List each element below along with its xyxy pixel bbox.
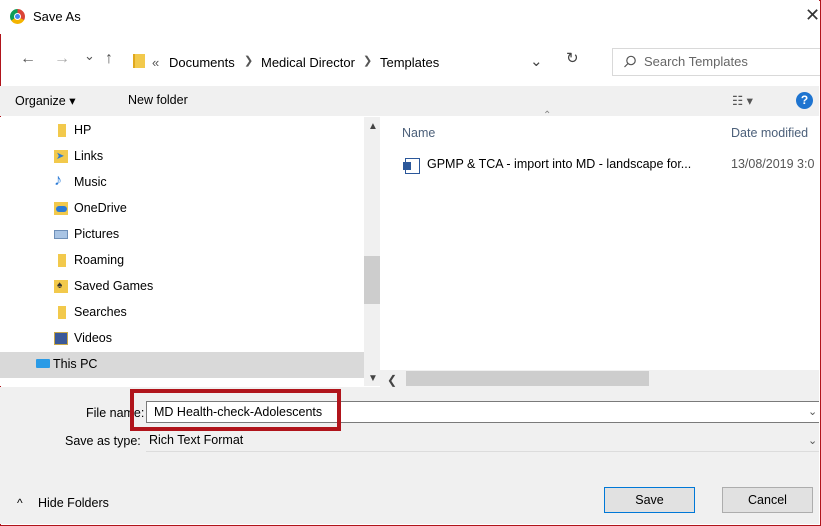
window-title: Save As [33, 9, 81, 24]
search-icon [624, 55, 636, 68]
highlight-box [130, 389, 341, 431]
navpane-vertical-scrollbar[interactable] [364, 117, 380, 386]
new-folder-button[interactable]: New folder [128, 93, 188, 107]
searches-icon [58, 306, 66, 319]
file-name-dropdown-icon[interactable]: ⌄ [808, 405, 817, 418]
back-arrow-icon[interactable]: ← [20, 50, 36, 68]
onedrive-folder-icon [54, 202, 68, 215]
search-box[interactable]: Search Templates [612, 48, 820, 76]
filelist-scroll-thumb[interactable] [406, 371, 649, 386]
file-name: GPMP & TCA - import into MD - landscape … [427, 157, 692, 171]
scroll-down-icon[interactable]: ▼ [368, 373, 378, 384]
save-type-value: Rich Text Format [149, 433, 244, 447]
nav-item-onedrive[interactable]: OneDrive [0, 196, 364, 222]
help-icon[interactable]: ? [796, 92, 813, 109]
saved-games-icon: ♠ [54, 280, 68, 293]
nav-item-label: Links [74, 149, 104, 163]
organize-menu[interactable]: Organize ▾ [15, 93, 75, 108]
folder-icon [58, 124, 66, 137]
command-bar: Organize ▾ New folder ☷ ▾ ? [0, 86, 819, 116]
recent-locations-chevron-icon[interactable]: ⌄ [84, 48, 95, 64]
nav-item-label: Saved Games [74, 279, 154, 293]
save-type-label: Save as type: [65, 434, 141, 448]
save-button[interactable]: Save [604, 487, 695, 513]
breadcrumb-medical-director[interactable]: Medical Director [261, 55, 355, 70]
chevron-right-icon: ❯ [244, 55, 254, 67]
nav-item-videos[interactable]: Videos [0, 326, 364, 352]
nav-item-saved-games[interactable]: ♠ Saved Games [0, 274, 364, 300]
navpane-scroll-thumb[interactable] [364, 256, 380, 304]
hide-folders-button[interactable]: Hide Folders [38, 496, 109, 510]
sort-ascending-icon: ⌃ [543, 110, 552, 121]
nav-item-label: Videos [74, 331, 112, 345]
folder-icon [58, 254, 66, 267]
nav-item-links[interactable]: ➤ Links [0, 144, 364, 170]
column-header-date-modified[interactable]: Date modified [731, 126, 808, 140]
nav-item-label: Roaming [74, 253, 125, 267]
this-pc-icon [36, 359, 50, 368]
pictures-icon [54, 230, 68, 239]
nav-item-label: OneDrive [74, 201, 127, 215]
breadcrumb-templates[interactable]: Templates [380, 55, 439, 70]
nav-item-hp[interactable]: HP [0, 118, 364, 144]
nav-item-label: Music [74, 175, 107, 189]
scroll-left-icon[interactable]: ❮ [387, 373, 397, 387]
address-bar[interactable]: « Documents ❯ Medical Director ❯ Templat… [126, 48, 556, 76]
chrome-app-icon [10, 9, 25, 24]
cancel-button[interactable]: Cancel [722, 487, 813, 513]
nav-item-searches[interactable]: Searches [0, 300, 364, 326]
breadcrumb-documents[interactable]: Documents [169, 55, 235, 70]
nav-item-pictures[interactable]: Pictures [0, 222, 364, 248]
close-icon[interactable]: ✕ [805, 5, 820, 26]
music-icon: ♪ [54, 172, 62, 189]
links-folder-icon: ➤ [54, 150, 68, 163]
file-row[interactable]: GPMP & TCA - import into MD - landscape … [395, 152, 819, 178]
folder-icon [133, 54, 145, 68]
address-dropdown-icon[interactable]: ⌄ [530, 52, 543, 70]
scroll-up-icon[interactable]: ▲ [368, 121, 378, 132]
navigation-pane: HP ➤ Links ♪ Music OneDrive Pictures Roa… [0, 117, 380, 386]
file-date: 13/08/2019 3:0 [731, 157, 815, 171]
navigation-row: ← → ⌄ ↑ « Documents ❯ Medical Director ❯… [0, 44, 820, 78]
word-document-icon [403, 158, 420, 174]
search-placeholder: Search Templates [644, 54, 748, 69]
column-header-name[interactable]: Name [402, 126, 435, 140]
nav-item-label: This PC [53, 357, 98, 371]
videos-icon [54, 332, 68, 345]
save-type-select[interactable]: Rich Text Format [146, 432, 819, 452]
hide-folders-chevron-icon[interactable]: ^ [17, 496, 23, 510]
chevron-right-icon: ❯ [363, 55, 373, 67]
nav-item-this-pc[interactable]: This PC [0, 352, 364, 378]
view-options-icon[interactable]: ☷ ▾ [732, 93, 753, 108]
breadcrumb-overflow[interactable]: « [152, 55, 159, 70]
refresh-icon[interactable]: ↻ [566, 49, 579, 67]
nav-item-music[interactable]: ♪ Music [0, 170, 364, 196]
nav-item-label: HP [74, 123, 92, 137]
title-bar: Save As ✕ [0, 0, 820, 34]
nav-item-roaming[interactable]: Roaming [0, 248, 364, 274]
nav-item-label: Pictures [74, 227, 120, 241]
save-type-dropdown-icon[interactable]: ⌄ [808, 434, 817, 447]
forward-arrow-icon[interactable]: → [54, 50, 70, 68]
nav-item-label: Searches [74, 305, 127, 319]
up-arrow-icon[interactable]: ↑ [105, 50, 113, 68]
